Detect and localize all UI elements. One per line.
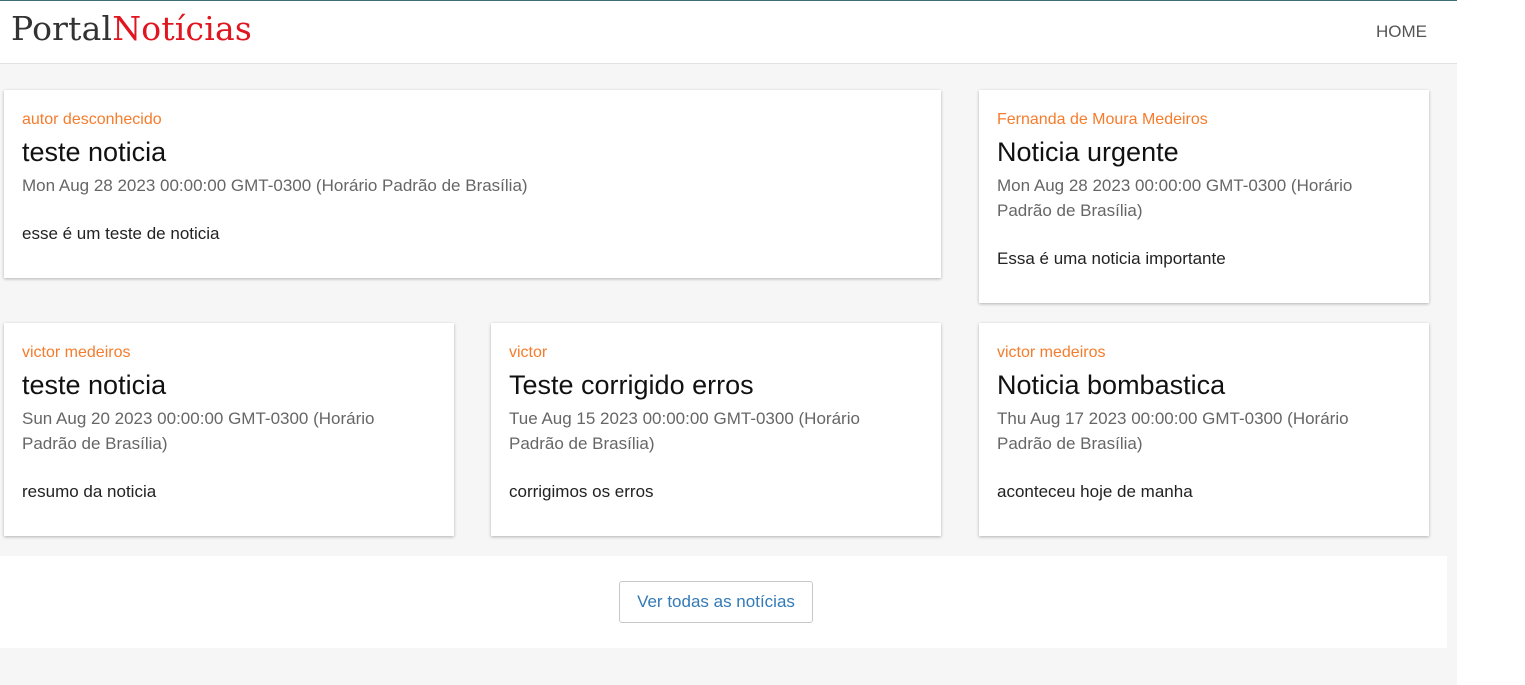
site-logo[interactable]: PortalNotícias [11,7,252,51]
news-card[interactable]: victor Teste corrigido erros Tue Aug 15 … [491,323,941,536]
news-author: Fernanda de Moura Medeiros [997,111,1208,128]
news-title[interactable]: Noticia bombastica [997,369,1225,401]
news-title[interactable]: Noticia urgente [997,136,1179,168]
news-title[interactable]: teste noticia [22,136,166,168]
news-title[interactable]: Teste corrigido erros [509,369,754,401]
logo-text-noticias: Notícias [112,9,253,48]
news-summary: Essa é uma noticia importante [997,249,1226,268]
news-author: victor [509,344,548,361]
news-card[interactable]: autor desconhecido teste noticia Mon Aug… [4,90,941,278]
news-summary: resumo da noticia [22,482,157,501]
logo-text-portal: Portal [11,9,113,48]
page-background: PortalNotícias HOME autor desconhecido t… [0,0,1457,685]
news-card[interactable]: victor medeiros Noticia bombastica Thu A… [979,323,1429,536]
news-summary: corrigimos os erros [509,482,654,501]
news-author: autor desconhecido [22,111,162,128]
nav-home-link[interactable]: HOME [1376,21,1427,43]
news-author: victor medeiros [22,344,131,361]
see-all-news-button[interactable]: Ver todas as notícias [619,581,813,623]
news-date: Tue Aug 15 2023 00:00:00 GMT-0300 (Horár… [509,409,860,453]
news-summary: esse é um teste de noticia [22,224,220,243]
news-summary: aconteceu hoje de manha [997,482,1193,501]
news-date: Mon Aug 28 2023 00:00:00 GMT-0300 (Horár… [997,176,1353,220]
news-card[interactable]: victor medeiros teste noticia Sun Aug 20… [4,323,454,536]
news-title[interactable]: teste noticia [22,369,166,401]
news-author: victor medeiros [997,344,1106,361]
news-date: Thu Aug 17 2023 00:00:00 GMT-0300 (Horár… [997,409,1349,453]
news-card[interactable]: Fernanda de Moura Medeiros Noticia urgen… [979,90,1429,303]
news-date: Mon Aug 28 2023 00:00:00 GMT-0300 (Horár… [22,176,528,195]
news-date: Sun Aug 20 2023 00:00:00 GMT-0300 (Horár… [22,409,375,453]
navbar: PortalNotícias HOME [0,0,1457,64]
see-all-section: Ver todas as notícias [0,556,1447,648]
